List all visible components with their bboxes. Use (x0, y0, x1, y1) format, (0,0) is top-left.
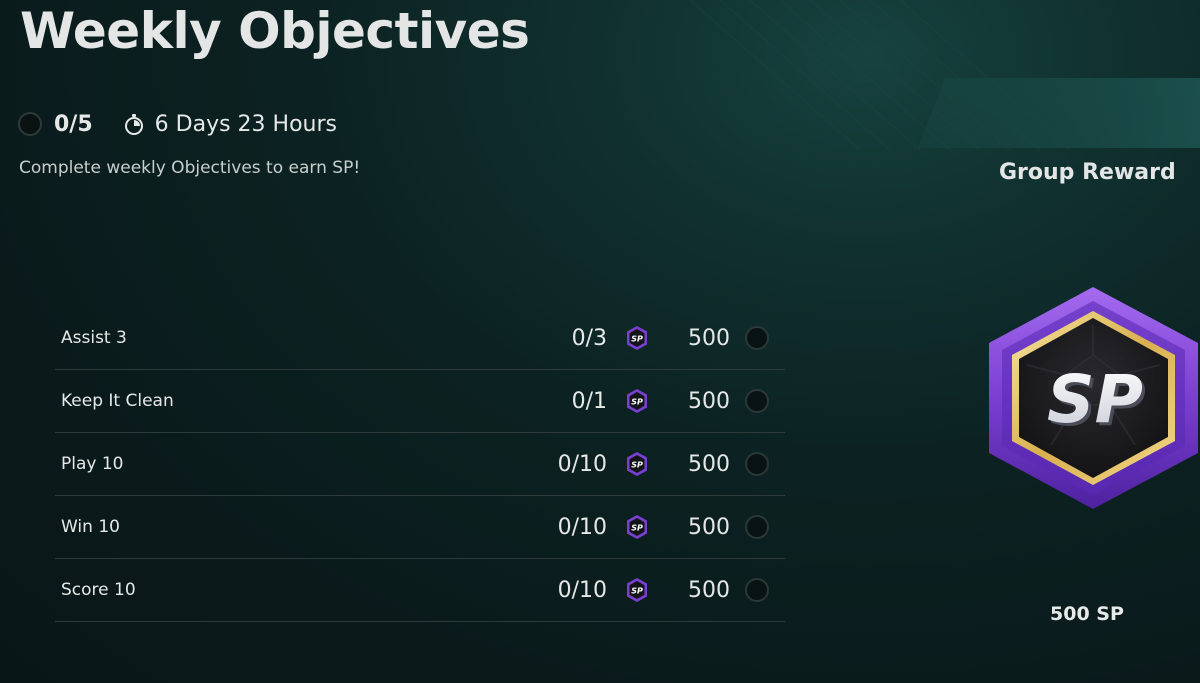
svg-text:SP: SP (631, 335, 643, 344)
objective-reward: 500 (688, 451, 730, 477)
page-title: Weekly Objectives (20, 2, 530, 60)
objective-reward: 500 (688, 514, 730, 540)
objective-label: Play 10 (61, 454, 124, 474)
sp-coin-icon: SP (627, 326, 647, 350)
svg-text:SP: SP (631, 461, 643, 470)
empty-check-circle-icon (745, 578, 769, 602)
objective-progress: 0/10 (557, 577, 607, 603)
sp-coin-icon: SP (627, 452, 647, 476)
time-remaining: 6 Days 23 Hours (154, 111, 337, 137)
sp-coin-icon: SP (627, 389, 647, 413)
objective-row[interactable]: Play 10 0/10 SP 500 (55, 433, 785, 496)
objective-progress: 0/10 (557, 514, 607, 540)
objective-progress: 0/3 (571, 325, 607, 351)
group-progress-count: 0/5 (54, 111, 93, 137)
objective-reward: 500 (688, 388, 730, 414)
objective-row[interactable]: Score 10 0/10 SP 500 (55, 559, 785, 622)
objective-label: Keep It Clean (61, 391, 174, 411)
objective-reward: 500 (688, 577, 730, 603)
svg-text:SP: SP (631, 398, 643, 407)
sp-hexagon-badge-icon: SP SP (989, 287, 1198, 509)
objective-label: Win 10 (61, 517, 120, 537)
objective-progress: 0/10 (557, 451, 607, 477)
objective-progress: 0/1 (571, 388, 607, 414)
empty-check-circle-icon (745, 452, 769, 476)
empty-check-circle-icon (745, 389, 769, 413)
objective-row[interactable]: Assist 3 0/3 SP 500 (55, 307, 785, 370)
objectives-description: Complete weekly Objectives to earn SP! (19, 158, 361, 178)
objective-label: Assist 3 (61, 328, 127, 348)
empty-check-circle-icon (745, 515, 769, 539)
sp-coin-icon: SP (627, 515, 647, 539)
empty-circle-icon (18, 112, 42, 136)
group-reward-amount: 500 SP (1050, 603, 1124, 625)
objective-row[interactable]: Keep It Clean 0/1 SP 500 (55, 370, 785, 433)
objective-label: Score 10 (61, 580, 136, 600)
group-reward-title: Group Reward (999, 160, 1176, 185)
sp-coin-icon: SP (627, 578, 647, 602)
svg-text:SP: SP (631, 587, 643, 596)
objectives-list: Assist 3 0/3 SP 500 Keep It Clean 0/1 SP… (55, 307, 785, 622)
empty-check-circle-icon (745, 326, 769, 350)
objective-row[interactable]: Win 10 0/10 SP 500 (55, 496, 785, 559)
stopwatch-icon (124, 114, 143, 135)
objectives-meta: 0/5 6 Days 23 Hours (18, 110, 337, 138)
svg-text:SP: SP (631, 524, 643, 533)
objective-reward: 500 (688, 325, 730, 351)
badge-text: SP (1047, 361, 1143, 438)
